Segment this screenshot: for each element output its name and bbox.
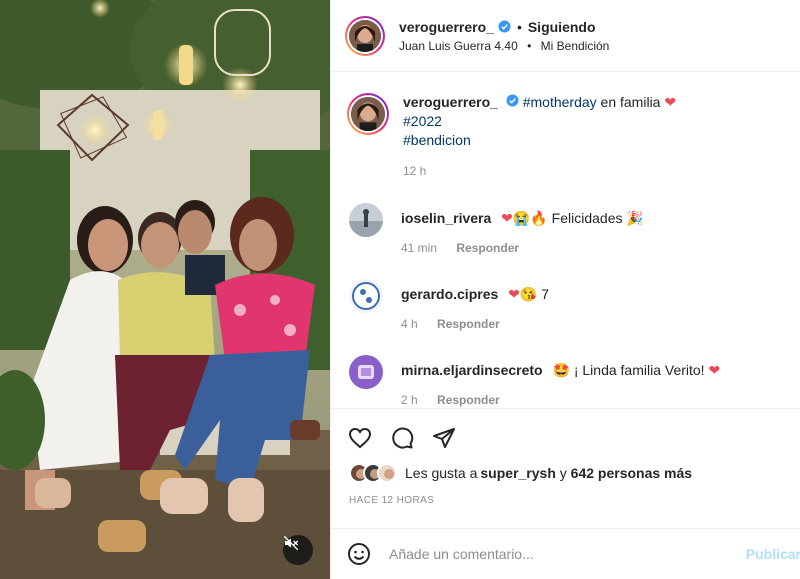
comment-time[interactable]: 4 h — [401, 317, 418, 331]
separator-dot: • — [516, 18, 522, 35]
emoji-icons: ❤😭🔥 — [501, 210, 548, 226]
comment-item: ioselin_rivera ❤😭🔥 Felicidades 🎉 41 min … — [347, 203, 785, 257]
likes-summary: Les gusta a super_rysh y 642 personas má… — [331, 463, 800, 483]
reply-button[interactable]: Responder — [456, 241, 519, 255]
comment-username[interactable]: mirna.eljardinsecreto — [401, 362, 543, 378]
comments-list[interactable]: veroguerrero_ #motherday en familia ❤ #2… — [331, 73, 800, 408]
caption-username[interactable]: veroguerrero_ — [403, 94, 498, 110]
red-heart-emoji-icon: ❤ — [708, 362, 721, 378]
mute-button[interactable] — [283, 535, 313, 565]
comment-username[interactable]: ioselin_rivera — [401, 210, 491, 226]
share-icon — [433, 428, 455, 448]
like-button[interactable] — [347, 425, 373, 451]
commenter-avatar[interactable] — [349, 355, 383, 389]
heart-icon — [348, 427, 372, 449]
hashtag-bendicion[interactable]: #bendicion — [403, 131, 676, 150]
following-button[interactable]: Siguiendo — [528, 19, 596, 35]
verified-badge-icon — [498, 20, 511, 33]
post-side-panel: veroguerrero_ • Siguiendo Juan Luis Guer… — [330, 0, 800, 579]
comment-input[interactable] — [389, 546, 740, 562]
liker-avatar — [377, 463, 397, 483]
caption-meta: 12 h — [403, 162, 676, 181]
party-emoji-icon: 🎉 — [626, 210, 644, 226]
post-media[interactable] — [0, 0, 330, 579]
caption-verified-badge-icon — [506, 94, 519, 107]
star-eyes-emoji-icon: 🤩 — [552, 362, 570, 378]
likes-others-link[interactable]: 642 personas más — [571, 465, 692, 481]
comment-text: ¡ Linda familia Verito! — [573, 362, 705, 378]
caption-avatar[interactable] — [347, 93, 389, 135]
add-comment-bar: Publicar — [331, 528, 800, 579]
post-caption: veroguerrero_ #motherday en familia ❤ #2… — [347, 73, 785, 181]
hashtag-2022[interactable]: #2022 — [403, 112, 676, 131]
share-button[interactable] — [431, 425, 457, 451]
comment-text: Felicidades — [551, 210, 623, 226]
audio-artist-link[interactable]: Juan Luis Guerra 4.40 — [399, 39, 518, 53]
post-modal: veroguerrero_ • Siguiendo Juan Luis Guer… — [0, 0, 800, 579]
caption-time[interactable]: 12 h — [403, 164, 426, 178]
audio-track-link[interactable]: Mi Bendición — [541, 39, 610, 53]
likes-prefix: Les gusta a — [405, 465, 478, 481]
caption-text: en familia — [596, 94, 665, 110]
likes-joiner: y — [555, 465, 571, 481]
author-avatar[interactable] — [345, 15, 385, 56]
reply-button[interactable]: Responder — [437, 393, 500, 407]
comment-time[interactable]: 41 min — [401, 241, 437, 255]
post-actions: Les gusta a super_rysh y 642 personas má… — [331, 408, 800, 528]
commenter-avatar[interactable] — [349, 279, 383, 313]
family-photo — [0, 0, 330, 579]
comment-item: gerardo.cipres ❤😘 7 4 h Responder — [347, 279, 785, 333]
author-photo — [349, 19, 381, 52]
comment-item: mirna.eljardinsecreto 🤩 ¡ Linda familia … — [347, 355, 785, 408]
author-username[interactable]: veroguerrero_ — [399, 19, 494, 35]
post-comment-button[interactable]: Publicar — [746, 546, 800, 562]
emoji-icon — [348, 543, 370, 565]
post-header: veroguerrero_ • Siguiendo Juan Luis Guer… — [331, 0, 800, 72]
commenter-avatar[interactable] — [349, 203, 383, 237]
comment-button[interactable] — [389, 425, 415, 451]
emoji-button[interactable] — [347, 542, 371, 566]
liker-username[interactable]: super_rysh — [480, 465, 555, 481]
audio-separator-dot: • — [527, 38, 532, 53]
hashtag-motherday[interactable]: #motherday — [523, 94, 597, 110]
caption-author-photo — [351, 97, 385, 131]
post-timestamp[interactable]: HACE 12 HORAS — [331, 495, 800, 506]
mute-icon — [283, 535, 299, 551]
comment-icon — [392, 427, 414, 449]
comment-username[interactable]: gerardo.cipres — [401, 286, 498, 302]
author-avatar-image — [349, 19, 381, 52]
comment-text: 7 — [541, 286, 550, 302]
reply-button[interactable]: Responder — [437, 317, 500, 331]
liker-avatars[interactable] — [349, 463, 397, 483]
red-heart-emoji-icon: ❤ — [664, 94, 677, 110]
emoji-icons: ❤😘 — [508, 286, 538, 302]
comment-time[interactable]: 2 h — [401, 393, 418, 407]
